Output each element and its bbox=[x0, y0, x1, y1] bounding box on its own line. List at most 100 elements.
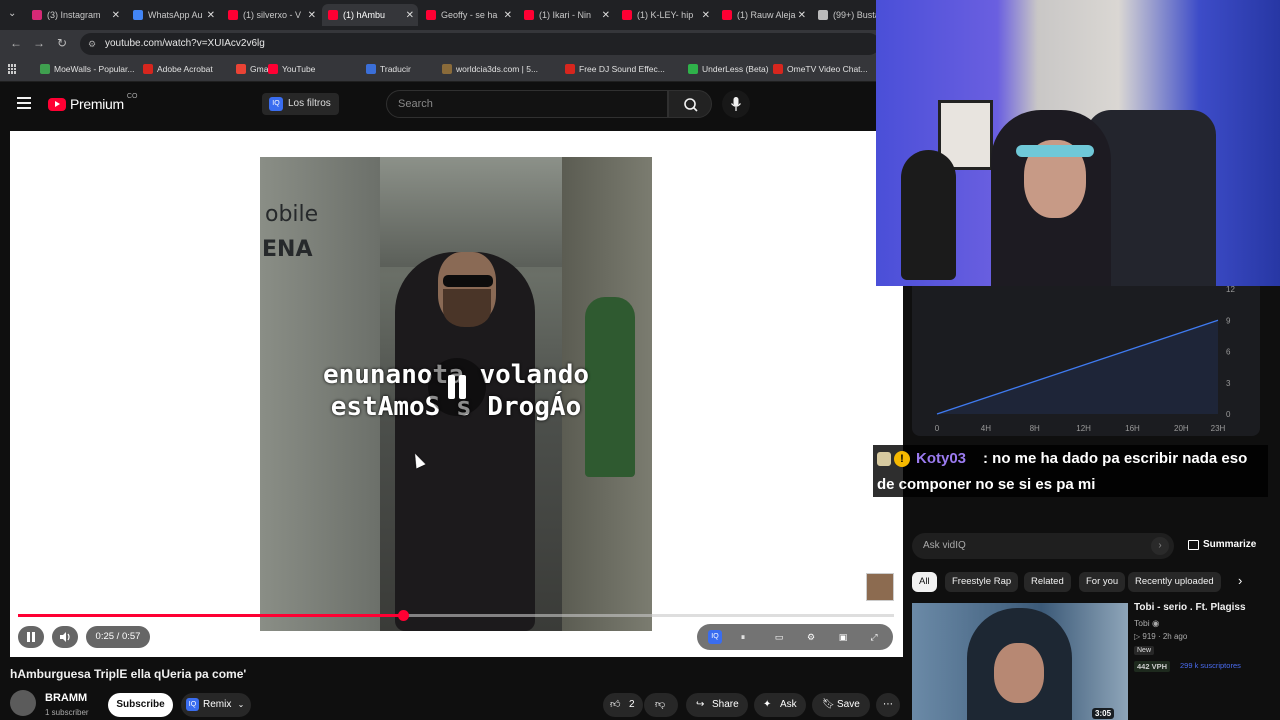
chart-x-tick: 4H bbox=[981, 424, 991, 433]
close-tab-icon[interactable]: ✕ bbox=[504, 10, 512, 21]
subtitles-icon[interactable]: ▭ bbox=[772, 630, 786, 644]
back-icon[interactable]: ← bbox=[10, 36, 22, 50]
more-actions-button[interactable]: ⋯ bbox=[876, 693, 900, 717]
share-button[interactable]: ↪ Share bbox=[686, 693, 748, 717]
like-button[interactable]: 👍︎ 2 bbox=[603, 693, 643, 717]
bookmark-icon: 🔖︎ bbox=[822, 699, 835, 710]
apps-grid-icon[interactable] bbox=[8, 64, 18, 74]
close-tab-icon[interactable]: ✕ bbox=[207, 10, 215, 21]
bookmark-item[interactable]: worldcia3ds.com | 5... bbox=[442, 64, 538, 74]
summarize-button[interactable]: Summarize bbox=[1188, 539, 1256, 550]
recommended-channel[interactable]: Tobi ◉ bbox=[1134, 618, 1159, 629]
tab-favicon-icon bbox=[622, 10, 632, 20]
save-button[interactable]: 🔖︎ Save bbox=[812, 693, 870, 717]
tab-favicon-icon bbox=[133, 10, 143, 20]
browser-tab[interactable]: (1) Ikari - Nin ✕ bbox=[518, 4, 614, 26]
bookmark-item[interactable]: Traducir bbox=[366, 64, 411, 74]
browser-tab[interactable]: (3) Instagram ✕ bbox=[26, 4, 124, 26]
filter-chip[interactable]: Related bbox=[1024, 572, 1071, 592]
youtube-premium-logo[interactable]: Premium CO bbox=[48, 92, 138, 112]
browser-tab[interactable]: (1) hAmbu ✕ bbox=[322, 4, 418, 26]
chat-message-line-2: de componer no se si es pa mi bbox=[877, 476, 1096, 493]
thumbs-up-icon: 👍︎ bbox=[610, 699, 621, 710]
volume-icon bbox=[60, 632, 70, 642]
address-bar[interactable]: ⚙ youtube.com/watch?v=XUIAcv2v6lg bbox=[80, 33, 880, 55]
bookmark-item[interactable]: Free DJ Sound Effec... bbox=[565, 64, 665, 74]
progress-scrubber[interactable] bbox=[397, 610, 409, 621]
country-code: CO bbox=[126, 92, 138, 100]
filters-button[interactable]: IQ Los filtros bbox=[262, 93, 339, 115]
progress-bar[interactable] bbox=[18, 610, 894, 621]
channel-watermark[interactable] bbox=[866, 573, 894, 601]
chart-y-tick: 9 bbox=[1226, 316, 1231, 325]
menu-icon[interactable] bbox=[17, 97, 31, 109]
search-button[interactable] bbox=[668, 90, 712, 118]
tab-label: (1) hAmbu bbox=[343, 10, 386, 20]
thumbnail-face bbox=[994, 643, 1044, 703]
miniplayer-icon[interactable]: ▣ bbox=[836, 630, 850, 644]
ask-button[interactable]: ✦ Ask bbox=[754, 693, 806, 717]
tab-favicon-icon bbox=[32, 10, 42, 20]
site-info-icon[interactable]: ⚙ bbox=[88, 33, 96, 55]
search-input[interactable]: Search bbox=[386, 90, 668, 118]
close-tab-icon[interactable]: ✕ bbox=[702, 10, 710, 21]
recommended-duration: 3:05 bbox=[1092, 708, 1115, 719]
bookmark-favicon-icon bbox=[236, 64, 246, 74]
share-label: Share bbox=[712, 699, 739, 710]
filter-chip[interactable]: All bbox=[912, 572, 937, 592]
bookmark-favicon-icon bbox=[773, 64, 783, 74]
views-chart: 12 9 6 3 0 0 4H 8H 12H 16H 20H 23H bbox=[912, 285, 1260, 436]
fullscreen-icon[interactable]: ⤢ bbox=[867, 630, 881, 644]
bookmark-item[interactable]: Gmail bbox=[236, 64, 272, 74]
bookmark-item[interactable]: Adobe Acrobat bbox=[143, 64, 213, 74]
subscribe-button[interactable]: Subscribe bbox=[108, 693, 173, 717]
like-count: 2 bbox=[629, 699, 635, 710]
recommended-title[interactable]: Tobi - serio . Ft. Plagiss bbox=[1134, 602, 1246, 613]
bookmark-item[interactable]: YouTube bbox=[268, 64, 315, 74]
channel-avatar[interactable] bbox=[10, 690, 36, 716]
vidiq-player-icon[interactable]: IQ bbox=[708, 630, 722, 644]
voice-search-button[interactable] bbox=[722, 90, 750, 118]
filter-chip[interactable]: Recently uploaded bbox=[1128, 572, 1221, 592]
recommended-thumbnail[interactable] bbox=[912, 603, 1128, 720]
browser-tab[interactable]: (1) K-LEY- hip ✕ bbox=[616, 4, 714, 26]
recommended-channel-name: Tobi bbox=[1134, 618, 1150, 628]
more-dots-icon: ⋯ bbox=[883, 699, 893, 710]
browser-tab[interactable]: (1) Rauw Aleja ✕ bbox=[716, 4, 810, 26]
dislike-button[interactable]: 👎︎ bbox=[644, 693, 678, 717]
autoplay-toggle-icon[interactable]: ⏸ bbox=[736, 630, 750, 644]
browser-tab[interactable]: (1) silverxo - V ✕ bbox=[222, 4, 320, 26]
volume-button[interactable] bbox=[52, 626, 78, 648]
pause-button[interactable] bbox=[18, 626, 44, 648]
pause-overlay-icon[interactable] bbox=[428, 358, 486, 416]
bookmark-item[interactable]: OmeTV Video Chat... bbox=[773, 64, 868, 74]
chart-y-tick: 12 bbox=[1226, 286, 1235, 294]
close-tab-icon[interactable]: ✕ bbox=[602, 10, 610, 21]
close-tab-icon[interactable]: ✕ bbox=[798, 10, 806, 21]
verified-icon: ◉ bbox=[1151, 618, 1160, 628]
browser-tab[interactable]: WhatsApp Au ✕ bbox=[127, 4, 219, 26]
bookmark-item[interactable]: UnderLess (Beta) bbox=[688, 64, 769, 74]
close-tab-icon[interactable]: ✕ bbox=[112, 10, 120, 21]
tab-list-menu-icon[interactable]: ⌄ bbox=[8, 8, 16, 19]
bookmark-favicon-icon bbox=[143, 64, 153, 74]
chart-x-tick: 16H bbox=[1125, 424, 1140, 433]
reload-icon[interactable]: ↻ bbox=[57, 36, 67, 50]
chart-x-tick: 20H bbox=[1174, 424, 1189, 433]
remix-button[interactable]: IQ Remix ⌄ bbox=[181, 693, 252, 717]
bookmark-favicon-icon bbox=[366, 64, 376, 74]
close-tab-icon[interactable]: ✕ bbox=[308, 10, 316, 21]
settings-icon[interactable]: ⚙ bbox=[804, 630, 818, 644]
video-title: hAmburguesa TriplE ella qUeria pa come' bbox=[10, 667, 247, 681]
channel-name[interactable]: BRAMM bbox=[45, 692, 87, 704]
chips-next-icon[interactable]: › bbox=[1238, 573, 1242, 588]
browser-tab[interactable]: Geoffy - se ha ✕ bbox=[420, 4, 516, 26]
filter-chip[interactable]: For you bbox=[1079, 572, 1126, 592]
close-tab-icon[interactable]: ✕ bbox=[406, 10, 414, 21]
browser-tab[interactable]: (99+) Busta bbox=[812, 4, 882, 26]
ask-vidiq-input[interactable]: Ask vidIQ bbox=[912, 533, 1174, 559]
filter-chip[interactable]: Freestyle Rap bbox=[945, 572, 1019, 592]
ask-submit-icon[interactable]: › bbox=[1151, 537, 1169, 555]
bookmark-item[interactable]: MoeWalls - Popular... bbox=[40, 64, 134, 74]
forward-icon[interactable]: → bbox=[33, 36, 45, 50]
